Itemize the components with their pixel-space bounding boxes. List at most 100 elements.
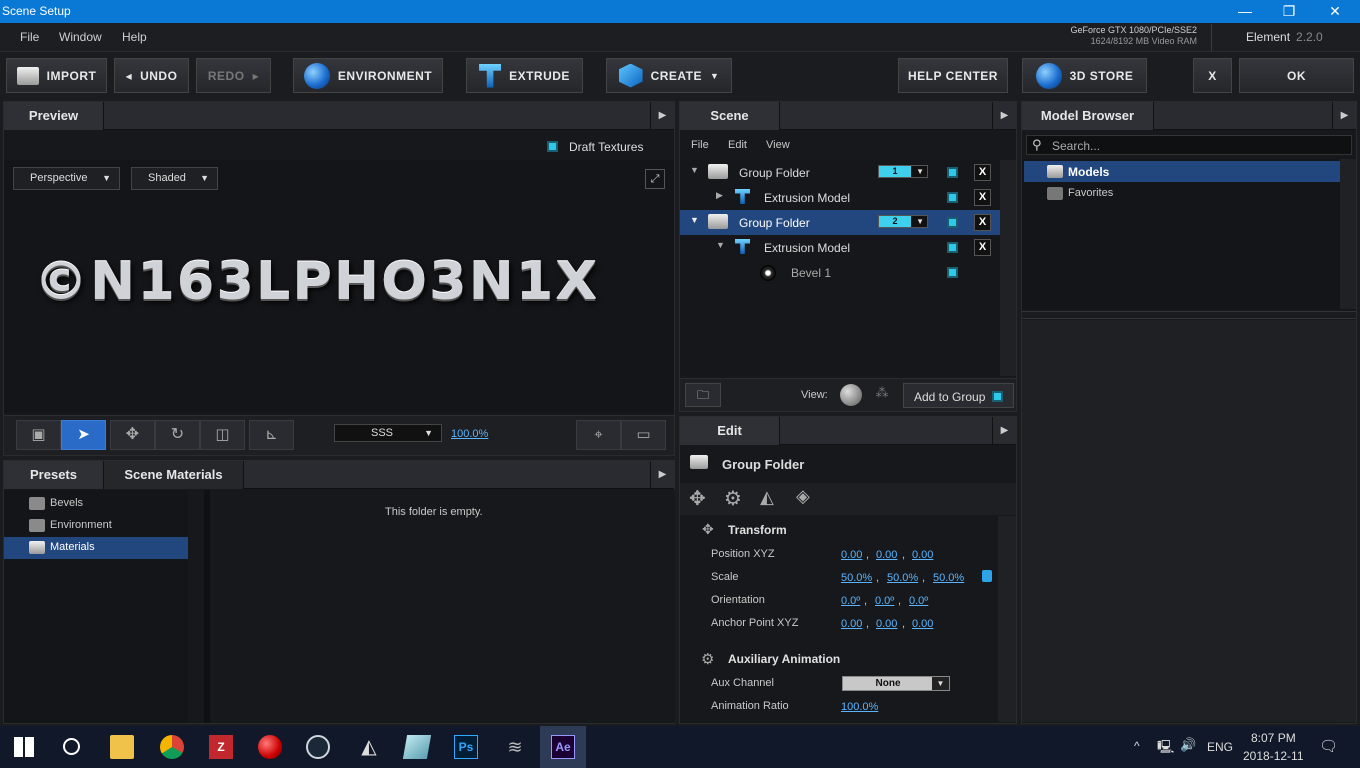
volume-icon[interactable]: 🔊 bbox=[1180, 737, 1196, 753]
environment-button[interactable]: ENVIRONMENT bbox=[293, 58, 443, 93]
panel-arrow-icon[interactable]: ▶ bbox=[650, 102, 674, 130]
expand-icon[interactable]: ▶ bbox=[716, 190, 723, 201]
orientation-x[interactable]: 0.0º bbox=[841, 595, 860, 607]
visibility-checkbox[interactable] bbox=[947, 167, 958, 178]
model-splitter[interactable] bbox=[1022, 311, 1356, 319]
filezilla-icon[interactable]: Z bbox=[209, 735, 233, 759]
preset-item-bevels[interactable]: Bevels bbox=[4, 493, 188, 515]
select-arrow-icon[interactable]: ➤ bbox=[61, 420, 106, 450]
scene-menu-view[interactable]: View bbox=[766, 139, 790, 151]
scale-icon[interactable]: ◫ bbox=[200, 420, 245, 450]
windows-start-icon[interactable] bbox=[14, 737, 34, 757]
tab-edit[interactable]: Edit bbox=[680, 417, 780, 445]
close-window-icon[interactable]: ✕ bbox=[1312, 0, 1358, 23]
clock-time[interactable]: 8:07 PM bbox=[1251, 731, 1296, 745]
file-explorer-icon[interactable] bbox=[110, 735, 134, 759]
aux-channel-dropdown[interactable]: None ▼ bbox=[842, 676, 950, 691]
tab-preview[interactable]: Preview bbox=[4, 102, 104, 130]
delete-icon[interactable]: X bbox=[974, 189, 991, 206]
diamond-icon[interactable]: ◈ bbox=[796, 486, 810, 507]
search-input[interactable]: ⚲ Search... bbox=[1026, 135, 1352, 155]
delete-icon[interactable]: X bbox=[974, 214, 991, 231]
preset-item-materials[interactable]: Materials bbox=[4, 537, 188, 559]
new-folder-icon[interactable]: 🗀 bbox=[685, 383, 721, 407]
collapse-icon[interactable]: ▼ bbox=[716, 240, 725, 250]
layer-dropdown[interactable]: 2 ▼ bbox=[878, 215, 928, 228]
network-icon[interactable]: 🖳 bbox=[1157, 738, 1174, 760]
scale-z[interactable]: 50.0% bbox=[933, 572, 964, 584]
edit-scrollbar[interactable] bbox=[998, 516, 1016, 722]
chrome-icon[interactable] bbox=[160, 735, 184, 759]
scene-scrollbar[interactable] bbox=[1000, 160, 1016, 376]
collapse-icon[interactable]: ▼ bbox=[690, 215, 699, 225]
bevel-tool-icon[interactable]: ◭ bbox=[760, 487, 774, 508]
create-button[interactable]: CREATE ▼ bbox=[606, 58, 732, 93]
lock-icon[interactable] bbox=[982, 570, 992, 582]
language-indicator[interactable]: ENG bbox=[1207, 740, 1233, 754]
preset-item-environment[interactable]: Environment bbox=[4, 515, 188, 537]
minimize-icon[interactable]: — bbox=[1222, 0, 1268, 23]
model-item-models[interactable]: Models bbox=[1024, 161, 1340, 182]
cortana-icon[interactable] bbox=[63, 738, 80, 755]
shading-dropdown[interactable]: Shaded ▼ bbox=[131, 167, 218, 190]
red-ball-icon[interactable] bbox=[258, 735, 282, 759]
photoshop-icon[interactable]: Ps bbox=[454, 735, 478, 759]
scene-menu-edit[interactable]: Edit bbox=[728, 139, 747, 151]
visibility-checkbox[interactable] bbox=[947, 217, 958, 228]
menu-file[interactable]: File bbox=[20, 30, 39, 44]
rotate-icon[interactable]: ↻ bbox=[155, 420, 200, 450]
delete-icon[interactable]: X bbox=[974, 239, 991, 256]
panel-arrow-icon[interactable]: ▶ bbox=[992, 417, 1016, 445]
scene-row-extrusion-2[interactable]: ▼ Extrusion Model X bbox=[680, 235, 1000, 260]
menu-help[interactable]: Help bbox=[122, 30, 147, 44]
import-button[interactable]: IMPORT bbox=[6, 58, 107, 93]
maximize-icon[interactable]: ❐ bbox=[1266, 0, 1312, 23]
crosshair-icon[interactable]: ⌖ bbox=[576, 420, 621, 450]
panel-arrow-icon[interactable]: ▶ bbox=[992, 102, 1016, 130]
visibility-checkbox[interactable] bbox=[947, 267, 958, 278]
help-center-button[interactable]: HELP CENTER bbox=[898, 58, 1008, 93]
sss-dropdown[interactable]: SSS ▼ bbox=[334, 424, 442, 442]
chevron-up-icon[interactable]: ^ bbox=[1134, 739, 1140, 753]
monitor-icon[interactable]: ▭ bbox=[621, 420, 666, 450]
tab-scene[interactable]: Scene bbox=[680, 102, 780, 130]
axis-icon[interactable]: ⊾ bbox=[249, 420, 294, 450]
orientation-z[interactable]: 0.0º bbox=[909, 595, 928, 607]
scene-row-group-2[interactable]: ▼ Group Folder 2 ▼ X bbox=[680, 210, 1000, 235]
move-icon[interactable]: ✥ bbox=[689, 486, 706, 511]
panel-arrow-icon[interactable]: ▶ bbox=[1332, 102, 1356, 130]
position-x[interactable]: 0.00 bbox=[841, 549, 862, 561]
layer-dropdown[interactable]: 1 ▼ bbox=[878, 165, 928, 178]
panel-arrow-icon[interactable]: ▶ bbox=[650, 461, 674, 489]
tab-scene-materials[interactable]: Scene Materials bbox=[104, 461, 244, 489]
undo-button[interactable]: ◂ UNDO bbox=[114, 58, 189, 93]
delete-icon[interactable]: X bbox=[974, 164, 991, 181]
scale-x[interactable]: 50.0% bbox=[841, 572, 872, 584]
extrude-button[interactable]: EXTRUDE bbox=[466, 58, 583, 93]
gears-icon[interactable]: ⚙ bbox=[724, 486, 742, 511]
zoom-value[interactable]: 100.0% bbox=[451, 428, 488, 440]
anim-ratio-value[interactable]: 100.0% bbox=[841, 701, 878, 713]
after-effects-taskbar-item[interactable]: Ae bbox=[540, 726, 586, 768]
unity-icon[interactable]: ◭ bbox=[357, 735, 381, 759]
move-icon[interactable]: ✥ bbox=[110, 420, 155, 450]
audio-app-icon[interactable]: ≋ bbox=[503, 735, 527, 759]
clock-date[interactable]: 2018-12-11 bbox=[1243, 749, 1304, 763]
scale-y[interactable]: 50.0% bbox=[887, 572, 918, 584]
app-icon[interactable] bbox=[402, 735, 432, 759]
model-tree-scrollbar[interactable] bbox=[1340, 159, 1356, 309]
sphere-view-icon[interactable] bbox=[840, 384, 862, 406]
add-to-group-button[interactable]: Add to Group bbox=[903, 383, 1014, 408]
redo-button[interactable]: REDO ▸ bbox=[196, 58, 271, 93]
camera-icon[interactable]: ▣ bbox=[16, 420, 61, 450]
collapse-icon[interactable]: ▼ bbox=[690, 165, 699, 175]
anchor-z[interactable]: 0.00 bbox=[912, 618, 933, 630]
draft-textures-checkbox[interactable] bbox=[547, 141, 558, 152]
cancel-button[interactable]: X bbox=[1193, 58, 1232, 93]
position-z[interactable]: 0.00 bbox=[912, 549, 933, 561]
scene-row-group-1[interactable]: ▼ Group Folder 1 ▼ X bbox=[680, 160, 1000, 185]
scene-row-extrusion-1[interactable]: ▶ Extrusion Model X bbox=[680, 185, 1000, 210]
notifications-icon[interactable]: 🗨 bbox=[1319, 737, 1338, 755]
steam-icon[interactable] bbox=[306, 735, 330, 759]
view-mode-dropdown[interactable]: Perspective ▼ bbox=[13, 167, 120, 190]
